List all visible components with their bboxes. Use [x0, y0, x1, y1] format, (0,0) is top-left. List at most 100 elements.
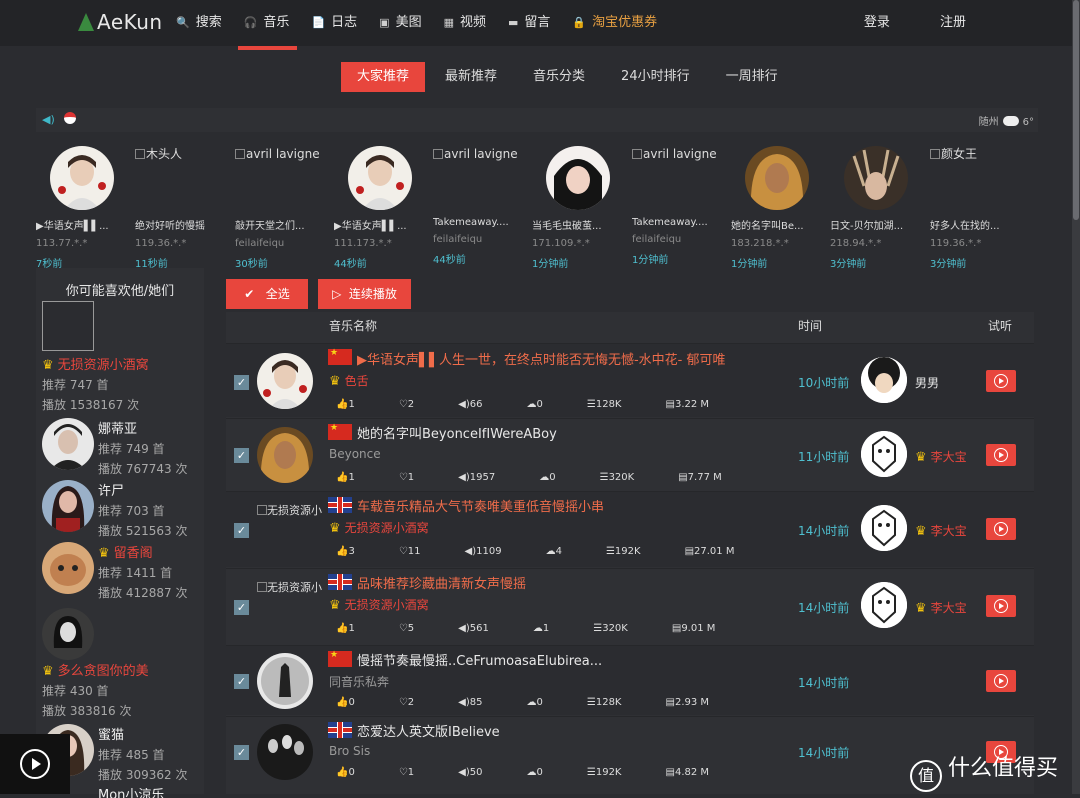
play-button[interactable] [986, 518, 1016, 540]
uploader-avatar[interactable] [861, 582, 907, 628]
download-stat[interactable]: ☁0 [527, 399, 565, 410]
page-scrollbar[interactable] [1072, 0, 1080, 794]
uploader-avatar[interactable] [861, 357, 907, 403]
song-artist[interactable]: Bro Sis [329, 744, 370, 758]
heart-stat[interactable]: ♡11 [399, 546, 443, 557]
song-title[interactable]: 她的名字叫BeyonceIfIWereABoy [357, 423, 557, 442]
message-icon: ▬ [508, 16, 519, 29]
song-artist[interactable]: 同音乐私奔 [329, 673, 389, 690]
suggested-users-panel: 你可能喜欢他/她们 ♛ 无损资源小酒窝 推荐 747 首 播放 1538167 次… [36, 268, 204, 798]
play-button[interactable] [986, 370, 1016, 392]
song-artist[interactable]: ♛ 无损资源小酒窝 [329, 519, 429, 536]
like-stat[interactable]: 👍3 [336, 546, 377, 557]
download-stat[interactable]: ☁0 [539, 472, 577, 483]
suggested-user[interactable]: ♛ 无损资源小酒窝 推荐 747 首 播放 1538167 次 [42, 354, 198, 413]
suggested-user[interactable]: ♛ 留香阁 推荐 1411 首 播放 412887 次 [42, 542, 198, 600]
recent-item[interactable]: 颜女王 好多人在找的... 119.36.*.* 3分钟前 [930, 140, 1030, 270]
nav-search[interactable]: 🔍 搜索 [176, 0, 222, 46]
tab-24h-ranking[interactable]: 24小时排行 [605, 62, 706, 92]
recent-item[interactable]: avril lavigne Takemeaway.... feilaifeiqu… [632, 140, 732, 266]
tab-everyone-recommends[interactable]: 大家推荐 [341, 62, 426, 92]
uploader-name[interactable]: 男男 [915, 374, 939, 391]
site-logo[interactable]: AeKun [78, 10, 163, 34]
suggested-user[interactable]: ♛ 多么贪图你的美 推荐 430 首 播放 383816 次 [42, 608, 198, 718]
heart-stat[interactable]: ♡1 [399, 767, 436, 778]
play-button[interactable] [986, 670, 1016, 692]
play-button[interactable] [986, 595, 1016, 617]
like-stat[interactable]: 👍0 [336, 767, 377, 778]
avatar [745, 146, 809, 210]
recent-item[interactable]: avril lavigne 敲开天堂之们... feilaifeiqu 30秒前 [235, 140, 335, 270]
table-row[interactable]: ✓ 无损资源小 车载音乐精品大气节奏唯美重低音慢摇小串 ♛ 无损资源小酒窝 👍3 … [226, 491, 1034, 567]
recent-item[interactable]: 她的名字叫Be... 183.218.*.* 1分钟前 [731, 140, 831, 270]
song-title[interactable]: 慢摇节奏最慢摇..CeFrumoasaElubirea... [357, 650, 602, 669]
like-stat[interactable]: 👍1 [336, 399, 377, 410]
nav-video[interactable]: ▦ 视频 [444, 0, 486, 46]
recent-item[interactable]: 木头人 绝对好听的慢摇 119.36.*.* 11秒前 [135, 140, 235, 270]
crown-icon: ♛ [329, 521, 341, 536]
tab-categories[interactable]: 音乐分类 [517, 62, 601, 92]
tab-latest[interactable]: 最新推荐 [429, 62, 513, 92]
crown-icon: ♛ [98, 546, 110, 561]
song-title[interactable]: 车载音乐精品大气节奏唯美重低音慢摇小串 [357, 496, 604, 515]
song-artist[interactable]: Beyonce [329, 447, 381, 461]
song-artist[interactable]: ♛ 无损资源小酒窝 [329, 596, 429, 613]
bitrate-stat: ☰320K [599, 472, 635, 483]
play-button[interactable] [986, 444, 1016, 466]
play-icon[interactable] [20, 749, 50, 779]
uploader-name[interactable]: ♛ 李大宝 [915, 599, 967, 616]
song-artist[interactable]: ♛ 色舌 [329, 372, 369, 389]
nav-blog[interactable]: 📄 日志 [311, 0, 357, 46]
nav-music[interactable]: 🎧 音乐 [237, 0, 298, 50]
recent-item[interactable]: ▶华语女声▌▌... 113.77.*.* 7秒前 [36, 140, 136, 270]
uploader-avatar[interactable] [861, 505, 907, 551]
register-link[interactable]: 注册 [940, 15, 966, 30]
download-stat[interactable]: ☁0 [527, 767, 565, 778]
row-checkbox[interactable]: ✓ [234, 745, 249, 760]
download-stat[interactable]: ☁1 [533, 623, 571, 634]
speaker-icon[interactable]: ◀) [42, 113, 55, 126]
download-stat[interactable]: ☁0 [527, 697, 565, 708]
row-checkbox[interactable]: ✓ [234, 674, 249, 689]
song-title[interactable]: 恋爱达人英文版IBelieve [357, 721, 500, 740]
suggested-user[interactable]: 娜蒂亚 推荐 749 首 播放 767743 次 [42, 418, 198, 476]
row-checkbox[interactable]: ✓ [234, 375, 249, 390]
download-stat[interactable]: ☁4 [546, 546, 584, 557]
table-row[interactable]: ✓ 她的名字叫BeyonceIfIWereABoy Beyonce 👍1 ♡1 … [226, 418, 1034, 490]
scrollbar-thumb[interactable] [1073, 0, 1079, 220]
table-row[interactable]: ✓ 慢摇节奏最慢摇..CeFrumoasaElubirea... 同音乐私奔 👍… [226, 645, 1034, 715]
nav-photos[interactable]: ▣ 美图 [379, 0, 421, 46]
like-stat[interactable]: 👍1 [336, 472, 377, 483]
nav-messages[interactable]: ▬ 留言 [508, 0, 550, 46]
heart-stat[interactable]: ♡1 [399, 472, 436, 483]
recent-item[interactable]: ▶华语女声▌▌... 111.173.*.* 44秒前 [334, 140, 434, 270]
row-checkbox[interactable]: ✓ [234, 448, 249, 463]
heart-stat[interactable]: ♡2 [399, 399, 436, 410]
suggested-user[interactable]: 许尸 推荐 703 首 播放 521563 次 [42, 480, 198, 538]
like-stat[interactable]: 👍1 [336, 623, 377, 634]
select-all-button[interactable]: ✔ 全选 [226, 279, 308, 309]
heart-stat[interactable]: ♡2 [399, 697, 436, 708]
table-row[interactable]: ✓ 无损资源小 品味推荐珍藏曲清新女声慢摇 ♛ 无损资源小酒窝 👍1 ♡5 ◀)5… [226, 568, 1034, 644]
recent-item[interactable]: 当毛毛虫破茧... 171.109.*.* 1分钟前 [532, 140, 632, 270]
table-row[interactable]: ✓ ▶华语女声▌▌人生一世，在终点时能否无悔无憾-水中花- 郁可唯 ♛色舌 👍1… [226, 343, 1034, 417]
tab-weekly-ranking[interactable]: 一周排行 [710, 62, 794, 92]
song-time: 14小时前 [798, 524, 850, 538]
uploader-name[interactable]: ♛ 李大宝 [915, 522, 967, 539]
song-stats: 👍3 ♡11 ◀)1109 ☁4 ☰192K ▤27.01 M [336, 546, 778, 557]
row-checkbox[interactable]: ✓ [234, 600, 249, 615]
nav-taobao-coupons[interactable]: 🔒 淘宝优惠券 [572, 0, 657, 46]
filesize-stat: ▤7.77 M [678, 472, 722, 483]
like-stat[interactable]: 👍0 [336, 697, 377, 708]
recent-item[interactable]: avril lavigne Takemeaway.... feilaifeiqu… [433, 140, 533, 266]
song-title[interactable]: ▶华语女声▌▌人生一世，在终点时能否无悔无憾-水中花- 郁可唯 [357, 349, 726, 368]
row-checkbox[interactable]: ✓ [234, 523, 249, 538]
continuous-play-button[interactable]: ▷ 连续播放 [318, 279, 411, 309]
song-title[interactable]: 品味推荐珍藏曲清新女声慢摇 [357, 573, 526, 592]
recent-item[interactable]: 日文-贝尔加湖... 218.94.*.* 3分钟前 [830, 140, 930, 270]
floating-player[interactable] [0, 734, 70, 794]
uploader-avatar[interactable] [861, 431, 907, 477]
login-link[interactable]: 登录 [864, 15, 890, 30]
heart-stat[interactable]: ♡5 [399, 623, 436, 634]
uploader-name[interactable]: ♛ 李大宝 [915, 448, 967, 465]
